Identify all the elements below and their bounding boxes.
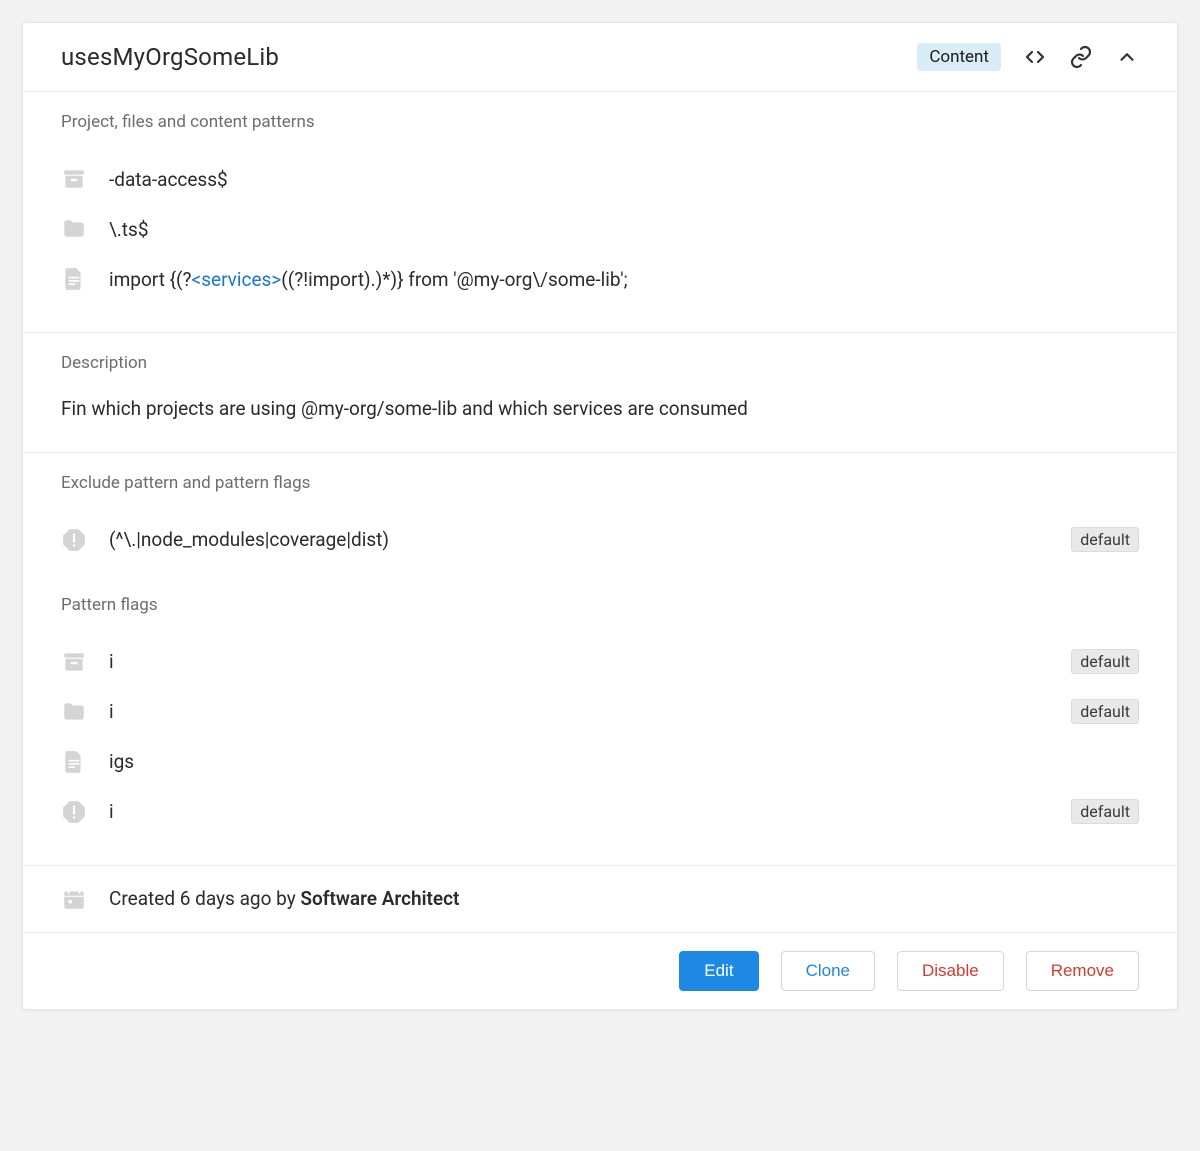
calendar-icon	[61, 886, 87, 912]
code-icon[interactable]	[1023, 45, 1047, 69]
flags-label: Pattern flags	[61, 595, 1139, 615]
patterns-label: Project, files and content patterns	[61, 112, 1139, 132]
archive-icon	[61, 649, 87, 675]
meta-author: Software Architect	[300, 887, 459, 910]
content-pattern-text: import {(?<services>((?!import).)*)} fro…	[109, 268, 1139, 291]
meta-prefix: Created 6 days ago by	[109, 887, 300, 910]
flag-exclude-text: i	[109, 800, 1049, 823]
flag-exclude-badge: default	[1071, 799, 1139, 824]
description-text: Fin which projects are using @my-org/som…	[61, 395, 1139, 424]
flag-file-row: i default	[61, 687, 1139, 737]
file-icon	[61, 749, 87, 775]
card-footer: Edit Clone Disable Remove	[23, 933, 1177, 1009]
file-pattern-text: \.ts$	[109, 218, 1139, 241]
flag-content-row: igs	[61, 737, 1139, 787]
exclude-pattern-badge: default	[1071, 527, 1139, 552]
flag-file-badge: default	[1071, 699, 1139, 724]
project-pattern-row: -data-access$	[61, 154, 1139, 204]
exclude-pattern-text: (^\.|node_modules|coverage|dist)	[109, 528, 1049, 551]
exclude-icon	[61, 799, 87, 825]
content-pill[interactable]: Content	[917, 43, 1001, 71]
content-highlight: <services>	[192, 268, 282, 291]
archive-icon	[61, 166, 87, 192]
flag-file-text: i	[109, 700, 1049, 723]
card-header: usesMyOrgSomeLib Content	[23, 23, 1177, 92]
content-prefix: import {(?	[109, 268, 192, 291]
remove-button[interactable]: Remove	[1026, 951, 1139, 991]
exclude-label: Exclude pattern and pattern flags	[61, 473, 1139, 493]
flag-project-badge: default	[1071, 649, 1139, 674]
edit-button[interactable]: Edit	[679, 951, 758, 991]
header-actions: Content	[917, 43, 1139, 71]
link-icon[interactable]	[1069, 45, 1093, 69]
exclude-pattern-row: (^\.|node_modules|coverage|dist) default	[61, 515, 1139, 565]
exclude-section: Exclude pattern and pattern flags (^\.|n…	[23, 453, 1177, 866]
description-label: Description	[61, 353, 1139, 373]
clone-button[interactable]: Clone	[781, 951, 875, 991]
project-pattern-text: -data-access$	[109, 168, 1139, 191]
rule-title: usesMyOrgSomeLib	[61, 43, 279, 71]
folder-icon	[61, 699, 87, 725]
exclude-icon	[61, 527, 87, 553]
rule-card: usesMyOrgSomeLib Content Project, files …	[22, 22, 1178, 1010]
file-pattern-row: \.ts$	[61, 204, 1139, 254]
folder-icon	[61, 216, 87, 242]
patterns-section: Project, files and content patterns -dat…	[23, 92, 1177, 333]
collapse-icon[interactable]	[1115, 45, 1139, 69]
disable-button[interactable]: Disable	[897, 951, 1004, 991]
flag-project-text: i	[109, 650, 1049, 673]
flag-project-row: i default	[61, 637, 1139, 687]
flag-exclude-row: i default	[61, 787, 1139, 837]
meta-text: Created 6 days ago by Software Architect	[109, 887, 459, 910]
file-icon	[61, 266, 87, 292]
meta-row: Created 6 days ago by Software Architect	[23, 866, 1177, 933]
content-suffix: ((?!import).)*)} from '@my-org\/some-lib…	[281, 268, 627, 291]
content-pattern-row: import {(?<services>((?!import).)*)} fro…	[61, 254, 1139, 304]
flag-content-text: igs	[109, 750, 1139, 773]
description-section: Description Fin which projects are using…	[23, 333, 1177, 453]
